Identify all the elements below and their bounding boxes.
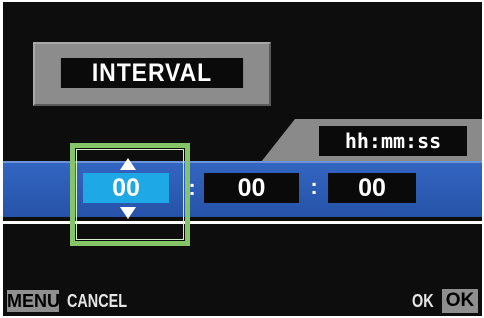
time-separator: : [310,174,318,199]
ok-button[interactable]: OK [442,289,478,313]
ok-label: OK [412,291,434,311]
seconds-field[interactable]: 00 [328,173,416,203]
minutes-field[interactable]: 00 [204,173,299,203]
arrow-up-icon[interactable] [120,158,136,170]
arrow-down-icon[interactable] [120,207,136,219]
menu-button[interactable]: MENU [7,290,60,312]
page-title: INTERVAL [60,58,244,88]
title-plate: INTERVAL [33,42,271,106]
time-format-label: hh:mm:ss [319,126,467,156]
cancel-label: CANCEL [67,291,127,311]
camera-lcd-screen: INTERVAL hh:mm:ss 00 : 00 : 00 MENU CANC… [3,2,482,316]
